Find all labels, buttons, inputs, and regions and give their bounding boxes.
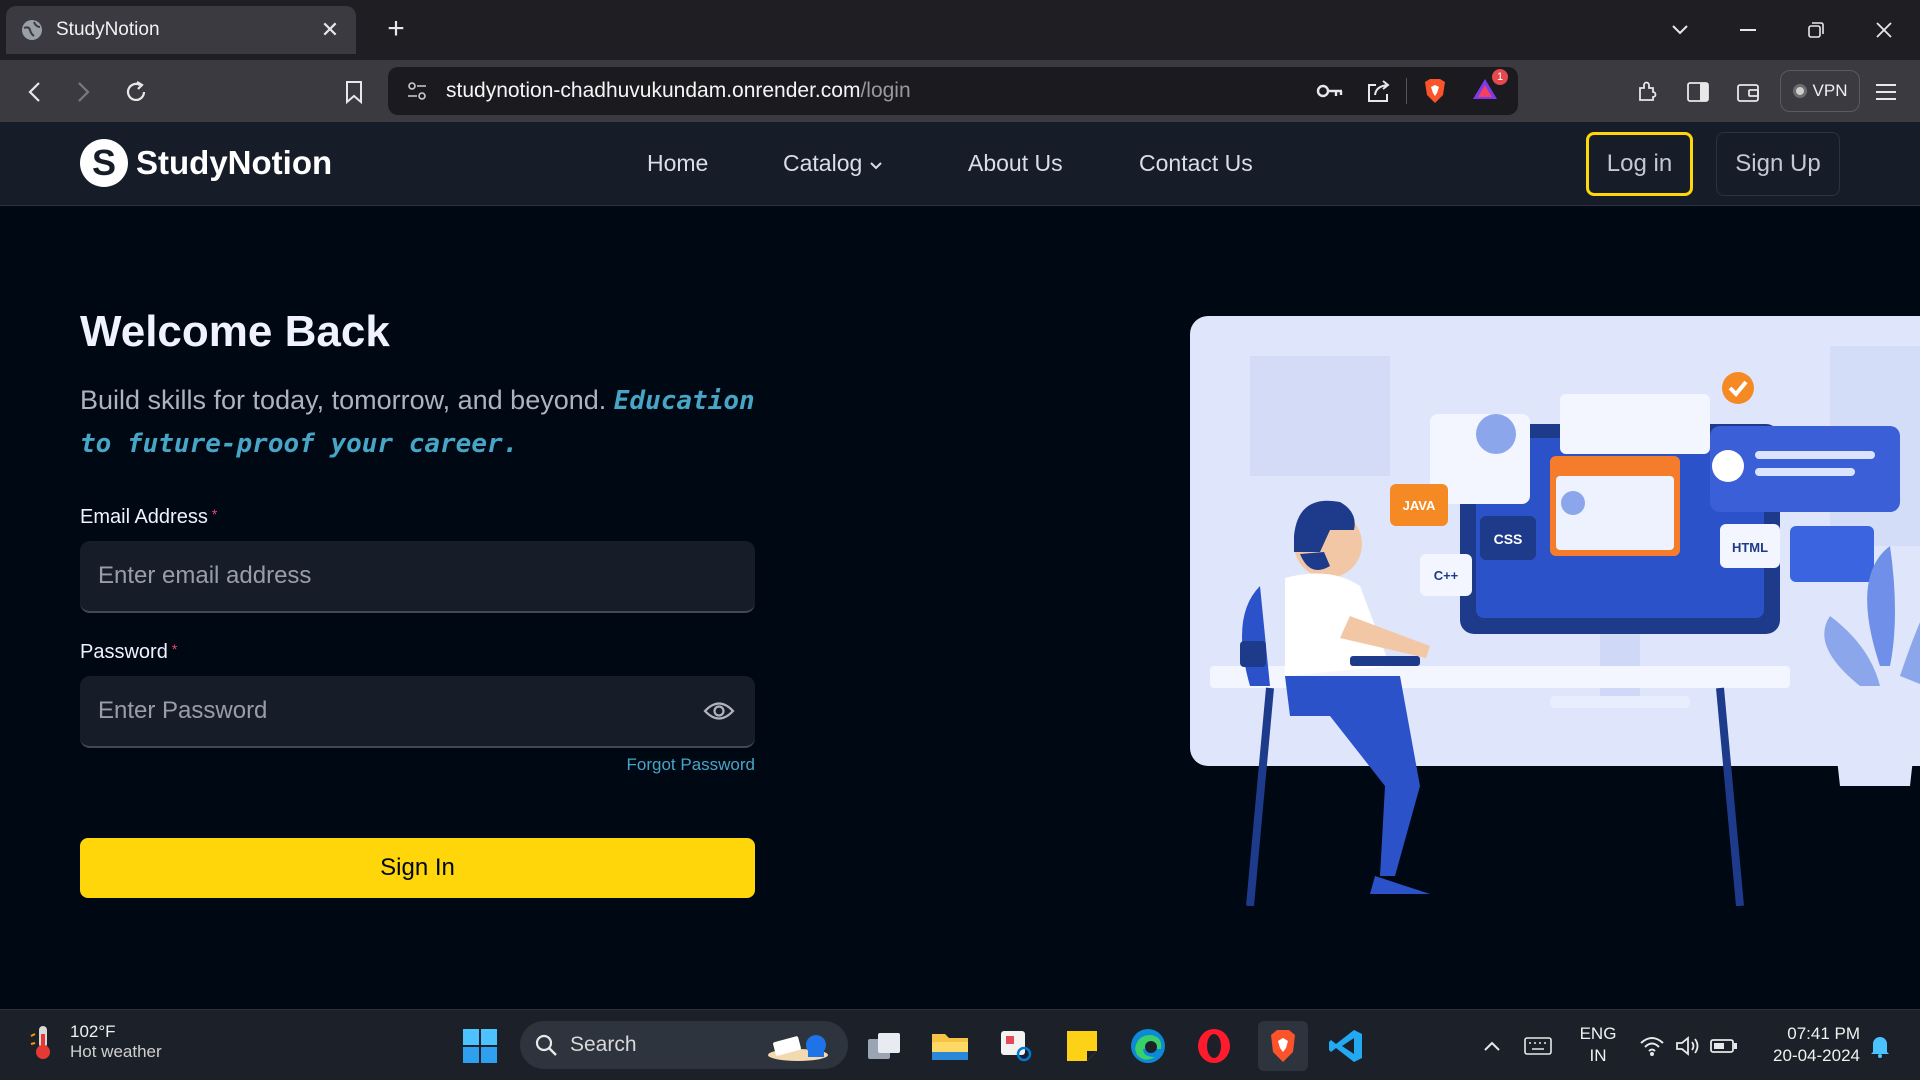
- notification-badge: 1: [1492, 69, 1508, 85]
- language-line2: IN: [1589, 1046, 1607, 1065]
- vpn-status-icon: [1792, 84, 1807, 98]
- brave-rewards-icon[interactable]: 1: [1472, 69, 1508, 105]
- show-password-eye-icon[interactable]: [701, 693, 737, 729]
- battery-icon[interactable]: [1702, 1024, 1746, 1068]
- keyboard-icon[interactable]: [1516, 1024, 1560, 1068]
- clock-time: 07:41 PM: [1787, 1024, 1860, 1043]
- tag-css: CSS: [1480, 516, 1536, 560]
- language-indicator[interactable]: ENG IN: [1570, 1023, 1626, 1067]
- password-field[interactable]: [80, 676, 755, 748]
- email-label-text: Email Address: [80, 506, 208, 528]
- brave-browser-icon[interactable]: [1258, 1021, 1308, 1071]
- email-label: Email Address *: [80, 506, 217, 529]
- reload-icon[interactable]: [116, 72, 156, 112]
- forward-icon[interactable]: [64, 72, 104, 112]
- thermometer-icon: [30, 1026, 50, 1059]
- wallet-icon[interactable]: [1728, 72, 1768, 112]
- tag-html-label: HTML: [1732, 540, 1768, 555]
- language-line1: ENG: [1579, 1024, 1617, 1043]
- password-label-text: Password: [80, 641, 168, 663]
- back-icon[interactable]: [14, 72, 54, 112]
- page-subtitle: Build skills for today, tomorrow, and be…: [80, 379, 760, 465]
- tag-java-label: JAVA: [1403, 498, 1436, 513]
- windows-start-icon[interactable]: [458, 1024, 502, 1068]
- email-input[interactable]: [98, 562, 737, 590]
- menu-icon[interactable]: [1866, 72, 1906, 112]
- bookmark-icon[interactable]: [334, 72, 374, 112]
- extensions-icon[interactable]: [1628, 72, 1668, 112]
- taskbar-search[interactable]: Search: [520, 1021, 848, 1069]
- globe-icon: [22, 20, 42, 40]
- weather-description: Hot weather: [70, 1042, 162, 1061]
- edge-browser-icon[interactable]: [1126, 1024, 1170, 1068]
- browser-tab[interactable]: StudyNotion ✕: [6, 6, 356, 54]
- tag-css-label: CSS: [1494, 531, 1523, 547]
- url-host: studynotion-chadhuvukundam.onrender.com: [446, 79, 861, 102]
- browser-toolbar: studynotion-chadhuvukundam.onrender.com /…: [0, 60, 1920, 122]
- logo-text: StudyNotion: [136, 144, 333, 181]
- windows-taskbar: 102°F Hot weather Search ENG IN 07:41 PM…: [0, 1009, 1920, 1080]
- search-icon: [535, 1034, 557, 1056]
- tag-cpp-label: C++: [1434, 568, 1459, 583]
- nav-link-catalog[interactable]: Catalog: [783, 150, 882, 177]
- task-view-icon[interactable]: [862, 1024, 906, 1068]
- required-mark: *: [211, 506, 218, 522]
- page-title: Welcome Back: [80, 307, 390, 356]
- login-page: Welcome Back Build skills for today, tom…: [0, 207, 1920, 1009]
- notification-bell-icon[interactable]: [1858, 1024, 1902, 1068]
- key-icon[interactable]: [1316, 83, 1344, 99]
- required-mark: *: [171, 641, 178, 657]
- opera-browser-icon[interactable]: [1192, 1024, 1236, 1068]
- nav-link-catalog-label: Catalog: [783, 150, 863, 176]
- tray-chevron-up-icon[interactable]: [1470, 1024, 1514, 1068]
- developer-illustration: JAVA CSS C++ HTML: [1190, 316, 1920, 906]
- address-bar[interactable]: studynotion-chadhuvukundam.onrender.com /…: [388, 67, 1518, 115]
- search-highlight-icon: [768, 1035, 828, 1061]
- site-logo[interactable]: S StudyNotion: [80, 139, 332, 187]
- sticky-notes-icon[interactable]: [1060, 1024, 1104, 1068]
- vpn-label: VPN: [1812, 81, 1848, 100]
- nav-link-about[interactable]: About Us: [968, 150, 1063, 177]
- browser-tab-bar: StudyNotion ✕ +: [0, 0, 1920, 60]
- nav-link-contact[interactable]: Contact Us: [1139, 150, 1253, 177]
- password-input[interactable]: [98, 697, 701, 725]
- restore-icon[interactable]: [1796, 12, 1836, 48]
- weather-widget[interactable]: 102°F Hot weather: [28, 1022, 162, 1062]
- file-explorer-icon[interactable]: [928, 1024, 972, 1068]
- tag-cpp: C++: [1420, 554, 1472, 596]
- url-path: /login: [860, 79, 911, 102]
- new-tab-icon[interactable]: +: [378, 12, 414, 48]
- minimize-icon[interactable]: [1728, 12, 1768, 48]
- sidebar-icon[interactable]: [1678, 72, 1718, 112]
- vpn-button[interactable]: VPN: [1780, 70, 1860, 112]
- signup-button[interactable]: Sign Up: [1716, 132, 1840, 196]
- tag-html: HTML: [1720, 524, 1780, 568]
- snipping-tool-icon[interactable]: [994, 1024, 1038, 1068]
- sign-in-button[interactable]: Sign In: [80, 838, 755, 898]
- clock-date: 20-04-2024: [1773, 1046, 1860, 1065]
- vscode-icon[interactable]: [1324, 1024, 1368, 1068]
- tag-java: JAVA: [1390, 484, 1448, 526]
- site-settings-icon[interactable]: [406, 80, 428, 102]
- close-tab-icon[interactable]: ✕: [318, 17, 342, 43]
- subtitle-text: Build skills for today, tomorrow, and be…: [80, 385, 607, 415]
- login-button[interactable]: Log in: [1586, 132, 1693, 196]
- chevron-down-icon: [870, 157, 882, 173]
- forgot-password-link[interactable]: Forgot Password: [620, 755, 756, 775]
- tab-list-chevron-icon[interactable]: [1660, 12, 1700, 48]
- nav-link-home[interactable]: Home: [647, 150, 708, 177]
- close-window-icon[interactable]: [1864, 12, 1904, 48]
- tab-title: StudyNotion: [56, 19, 160, 40]
- share-icon[interactable]: [1366, 79, 1392, 103]
- email-field[interactable]: [80, 541, 755, 613]
- brave-shields-icon[interactable]: [1422, 77, 1448, 105]
- site-navbar: S StudyNotion Home Catalog About Us Cont…: [0, 122, 1920, 206]
- search-label: Search: [570, 1033, 637, 1056]
- logo-badge: S: [80, 139, 128, 187]
- weather-temperature: 102°F: [70, 1022, 116, 1041]
- password-label: Password *: [80, 641, 177, 664]
- clock[interactable]: 07:41 PM 20-04-2024: [1756, 1023, 1860, 1067]
